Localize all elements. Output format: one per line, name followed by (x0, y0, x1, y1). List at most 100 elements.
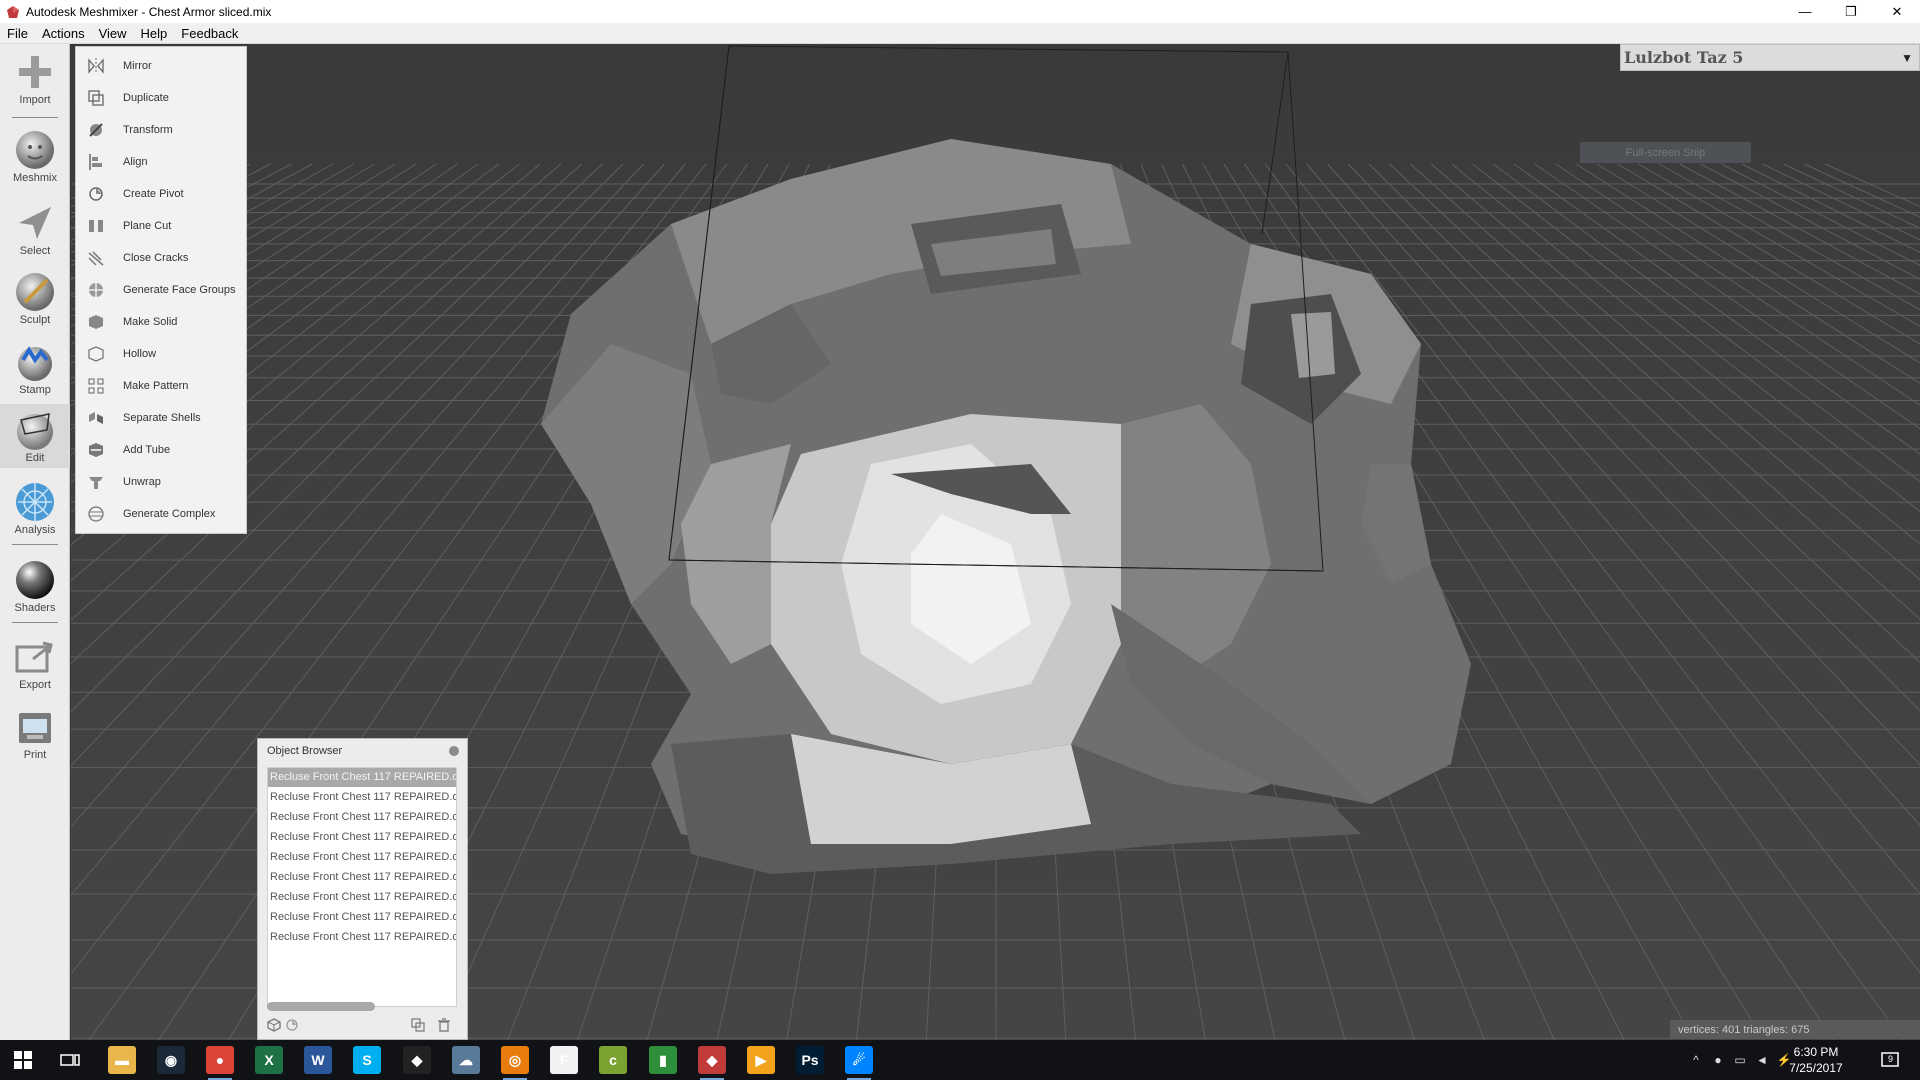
menu-feedback[interactable]: Feedback (174, 26, 245, 41)
edit-item-align[interactable]: Align (76, 146, 248, 178)
edit-item-separate-shells[interactable]: Separate Shells (76, 402, 248, 434)
close-cracks-icon (88, 251, 104, 266)
edit-item-label: Plane Cut (123, 220, 172, 232)
excel-icon[interactable]: X (255, 1046, 283, 1074)
object-row[interactable]: Recluse Front Chest 117 REPAIRED.obj (268, 868, 456, 887)
pivot-icon[interactable] (284, 1017, 300, 1033)
unwrap-icon (89, 477, 103, 489)
menu-file[interactable]: File (0, 26, 35, 41)
clock[interactable]: 6:30 PM 7/25/2017 (1786, 1044, 1846, 1076)
chevron-down-icon[interactable]: ▼ (1901, 51, 1913, 65)
object-row[interactable]: Recluse Front Chest 117 REPAIRED.obj (268, 888, 456, 907)
edit-item-label: Align (123, 156, 148, 168)
object-row[interactable]: Recluse Front Chest 117 REPAIRED.obj (268, 908, 456, 927)
photoshop-icon[interactable]: Ps (796, 1046, 824, 1074)
edit-item-label: Unwrap (123, 476, 161, 488)
edit-item-transform[interactable]: Transform (76, 114, 248, 146)
unity-icon[interactable]: ◆ (403, 1046, 431, 1074)
notifications-icon[interactable]: 9 (1880, 1050, 1900, 1070)
edit-item-label: Make Pattern (123, 380, 189, 392)
edit-item-unwrap[interactable]: Unwrap (76, 466, 248, 498)
fusion-icon[interactable]: F (550, 1046, 578, 1074)
toolbar-divider (12, 544, 58, 545)
object-row[interactable]: Recluse Front Chest 117 REPAIRED.obj (268, 828, 456, 847)
battery-icon[interactable]: ▭ (1732, 1052, 1748, 1068)
edit-item-label: Transform (123, 124, 173, 136)
menu-help[interactable]: Help (134, 26, 175, 41)
object-row[interactable]: Recluse Front Chest 117 REPAIRED.obj (268, 768, 456, 787)
tray-app-icon[interactable]: ● (1710, 1052, 1726, 1068)
tool-select[interactable]: Select (0, 197, 70, 261)
app-icon-12[interactable]: ▮ (649, 1046, 677, 1074)
mirror-icon (88, 58, 104, 74)
tool-sculpt[interactable]: Sculpt (0, 266, 70, 330)
volume-icon[interactable]: ◄ (1754, 1052, 1770, 1068)
tool-print[interactable]: Print (0, 701, 70, 765)
menu-view[interactable]: View (92, 26, 134, 41)
edit-item-add-tube[interactable]: Add Tube (76, 434, 248, 466)
tool-label: Sculpt (19, 314, 51, 326)
tool-label: Select (19, 245, 51, 257)
tool-shaders[interactable]: Shaders (0, 554, 70, 618)
tool-stamp[interactable]: Stamp (0, 336, 70, 400)
edit-item-label: Generate Face Groups (123, 284, 236, 296)
title-bar: Autodesk Meshmixer - Chest Armor sliced.… (0, 0, 1920, 23)
transform-icon (89, 123, 103, 137)
tool-export[interactable]: Export (0, 631, 70, 695)
shaders-icon (16, 561, 54, 599)
menu-actions[interactable]: Actions (35, 26, 92, 41)
edit-item-make-pattern[interactable]: Make Pattern (76, 370, 248, 402)
object-row[interactable]: Recluse Front Chest 117 REPAIRED.obj (268, 848, 456, 867)
media-player-icon[interactable]: ▶ (747, 1046, 775, 1074)
edit-item-close-cracks[interactable]: Close Cracks (76, 242, 248, 274)
skype-icon[interactable]: S (353, 1046, 381, 1074)
edit-item-generate-complex[interactable]: Generate Complex (76, 498, 248, 530)
stats-text: vertices: 401 triangles: 675 (1678, 1023, 1810, 1036)
edit-item-label: Separate Shells (123, 412, 201, 424)
word-icon[interactable]: W (304, 1046, 332, 1074)
edit-item-create-pivot[interactable]: Create Pivot (76, 178, 248, 210)
blender-icon[interactable]: ◎ (501, 1046, 529, 1080)
toolbar-divider (12, 117, 58, 118)
cura-icon[interactable]: c (599, 1046, 627, 1074)
edit-item-plane-cut[interactable]: Plane Cut (76, 210, 248, 242)
horizontal-scrollbar[interactable] (267, 1002, 375, 1011)
close-button[interactable]: ✕ (1874, 0, 1920, 23)
printer-dropdown[interactable]: Lulzbot Taz 5 ▼ (1620, 44, 1920, 71)
object-row[interactable]: Recluse Front Chest 117 REPAIRED.obj (268, 788, 456, 807)
windows-start-icon[interactable] (14, 1051, 32, 1069)
edit-item-mirror[interactable]: Mirror (76, 50, 248, 82)
object-row[interactable]: Recluse Front Chest 117 REPAIRED.obj (268, 928, 456, 947)
toolbar-divider (12, 622, 58, 623)
edit-item-duplicate[interactable]: Duplicate (76, 82, 248, 114)
trash-icon[interactable] (436, 1017, 452, 1033)
chrome-icon[interactable]: ● (206, 1046, 234, 1080)
cube-icon[interactable] (266, 1017, 282, 1033)
tool-label: Meshmix (12, 172, 57, 184)
messenger-icon[interactable]: ☄ (845, 1046, 873, 1080)
app-icon-8[interactable]: ☁ (452, 1046, 480, 1074)
file-explorer-icon[interactable]: ▬ (108, 1046, 136, 1074)
close-icon[interactable] (449, 746, 459, 756)
task-view-icon[interactable] (60, 1052, 80, 1068)
object-row[interactable]: Recluse Front Chest 117 REPAIRED.obj (268, 808, 456, 827)
restore-button[interactable]: ❐ (1828, 0, 1874, 23)
tool-edit[interactable]: Edit (0, 404, 70, 468)
tool-import[interactable]: Import (0, 46, 70, 110)
chevron-up-icon[interactable]: ^ (1688, 1052, 1704, 1068)
tool-analysis[interactable]: Analysis (0, 476, 70, 540)
minimize-button[interactable]: — (1782, 0, 1828, 23)
edit-item-hollow[interactable]: Hollow (76, 338, 248, 370)
edit-item-generate-face-groups[interactable]: Generate Face Groups (76, 274, 248, 306)
steam-icon[interactable]: ◉ (157, 1046, 185, 1074)
duplicate-icon[interactable] (410, 1017, 426, 1033)
tool-label: Analysis (14, 524, 56, 536)
edit-item-make-solid[interactable]: Make Solid (76, 306, 248, 338)
select-icon (19, 207, 51, 239)
full-screen-snip-overlay[interactable]: Full-screen Snip (1580, 142, 1751, 163)
tool-meshmix[interactable]: Meshmix (0, 124, 70, 188)
meshmixer-icon[interactable]: ◆ (698, 1046, 726, 1080)
generate-complex-icon (88, 506, 104, 522)
object-list[interactable]: Recluse Front Chest 117 REPAIRED.obj Rec… (267, 767, 457, 1007)
edit-item-label: Hollow (123, 348, 157, 360)
